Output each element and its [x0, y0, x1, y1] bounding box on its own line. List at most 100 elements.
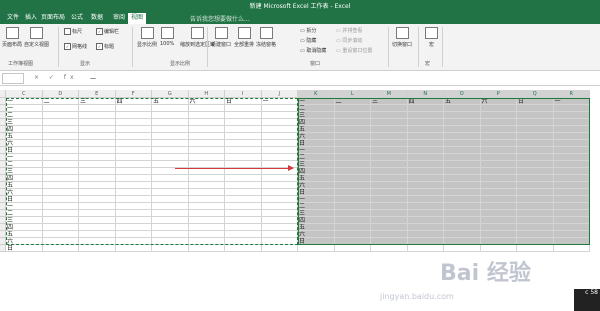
cell-Q20[interactable] [517, 231, 554, 238]
cell-I9[interactable] [225, 154, 262, 161]
checkbox-box-0[interactable] [64, 28, 71, 35]
cell-F16[interactable] [115, 203, 152, 210]
cell-P18[interactable] [480, 217, 517, 224]
cell-D11[interactable] [42, 168, 79, 175]
cell-R9[interactable] [553, 154, 590, 161]
cell-R12[interactable] [553, 175, 590, 182]
cell-M2[interactable] [371, 105, 408, 112]
cell-N17[interactable] [407, 210, 444, 217]
cell-O18[interactable] [444, 217, 481, 224]
cell-Q22[interactable] [517, 245, 554, 252]
cell-J4[interactable] [261, 119, 298, 126]
cell-D14[interactable] [42, 189, 79, 196]
cell-H4[interactable] [188, 119, 225, 126]
cell-F6[interactable] [115, 133, 152, 140]
cell-P22[interactable] [480, 245, 517, 252]
cell-L5[interactable] [334, 126, 371, 133]
cell-K19[interactable]: 五 [298, 224, 335, 231]
sync-item-0[interactable]: ▭ 并排查看 [336, 27, 362, 34]
cell-E5[interactable] [79, 126, 116, 133]
cell-O12[interactable] [444, 175, 481, 182]
ribbon-button-6[interactable]: 全部重排 [234, 27, 254, 48]
cell-I5[interactable] [225, 126, 262, 133]
cell-O8[interactable] [444, 147, 481, 154]
cell-D5[interactable] [42, 126, 79, 133]
column-header-L[interactable]: L [334, 90, 371, 98]
checkbox-box-2[interactable] [64, 43, 71, 50]
cell-I3[interactable] [225, 112, 262, 119]
cell-I15[interactable] [225, 196, 262, 203]
cell-G5[interactable] [152, 126, 189, 133]
checkbox-box-3[interactable] [96, 43, 103, 50]
cell-F10[interactable] [115, 161, 152, 168]
column-header-C[interactable]: C [6, 90, 43, 98]
cell-O17[interactable] [444, 210, 481, 217]
cell-J19[interactable] [261, 224, 298, 231]
cell-E1[interactable]: 三 [79, 98, 116, 105]
cell-R21[interactable] [553, 238, 590, 245]
cell-D2[interactable] [42, 105, 79, 112]
column-header-E[interactable]: E [79, 90, 116, 98]
cell-E21[interactable] [79, 238, 116, 245]
cell-O5[interactable] [444, 126, 481, 133]
cell-K18[interactable]: 四 [298, 217, 335, 224]
cell-P13[interactable] [480, 182, 517, 189]
formula-icons[interactable]: × ✓ fx [34, 74, 78, 81]
cell-C6[interactable]: 五 [6, 133, 43, 140]
cell-Q8[interactable] [517, 147, 554, 154]
cell-I20[interactable] [225, 231, 262, 238]
cell-J14[interactable] [261, 189, 298, 196]
cell-N8[interactable] [407, 147, 444, 154]
cell-O6[interactable] [444, 133, 481, 140]
cell-L15[interactable] [334, 196, 371, 203]
checkbox-0[interactable]: 标尺 [64, 28, 82, 35]
sync-item-1[interactable]: ▭ 同步滚动 [336, 37, 362, 44]
cell-L8[interactable] [334, 147, 371, 154]
cell-F21[interactable] [115, 238, 152, 245]
cell-F8[interactable] [115, 147, 152, 154]
cell-C5[interactable]: 四 [6, 126, 43, 133]
cell-Q7[interactable] [517, 140, 554, 147]
cell-I22[interactable] [225, 245, 262, 252]
cell-O20[interactable] [444, 231, 481, 238]
ribbon-button-9[interactable]: 宏 [425, 27, 438, 48]
cell-E8[interactable] [79, 147, 116, 154]
cell-R4[interactable] [553, 119, 590, 126]
cell-J12[interactable] [261, 175, 298, 182]
cell-I12[interactable] [225, 175, 262, 182]
window-item-1[interactable]: ▭ 隐藏 [300, 37, 316, 44]
cell-G20[interactable] [152, 231, 189, 238]
cell-K5[interactable]: 五 [298, 126, 335, 133]
sync-item-2[interactable]: ▭ 重设窗口位置 [336, 47, 372, 54]
cell-J16[interactable] [261, 203, 298, 210]
cell-G12[interactable] [152, 175, 189, 182]
cell-P21[interactable] [480, 238, 517, 245]
cell-R17[interactable] [553, 210, 590, 217]
cell-C11[interactable]: 三 [6, 168, 43, 175]
cell-N2[interactable] [407, 105, 444, 112]
cell-O14[interactable] [444, 189, 481, 196]
cell-O7[interactable] [444, 140, 481, 147]
cell-H22[interactable] [188, 245, 225, 252]
cell-O10[interactable] [444, 161, 481, 168]
cell-M6[interactable] [371, 133, 408, 140]
ribbon-button-5[interactable]: 新建窗口 [211, 27, 231, 48]
cell-E3[interactable] [79, 112, 116, 119]
cell-E2[interactable] [79, 105, 116, 112]
cell-E17[interactable] [79, 210, 116, 217]
cell-D21[interactable] [42, 238, 79, 245]
cell-D13[interactable] [42, 182, 79, 189]
cell-K14[interactable]: 日 [298, 189, 335, 196]
cell-J15[interactable] [261, 196, 298, 203]
cell-F20[interactable] [115, 231, 152, 238]
cell-R18[interactable] [553, 217, 590, 224]
cell-G11[interactable] [152, 168, 189, 175]
cell-H10[interactable] [188, 161, 225, 168]
cell-I17[interactable] [225, 210, 262, 217]
cell-R16[interactable] [553, 203, 590, 210]
cell-L2[interactable] [334, 105, 371, 112]
cell-D6[interactable] [42, 133, 79, 140]
cell-J22[interactable] [261, 245, 298, 252]
cell-E4[interactable] [79, 119, 116, 126]
cell-N11[interactable] [407, 168, 444, 175]
